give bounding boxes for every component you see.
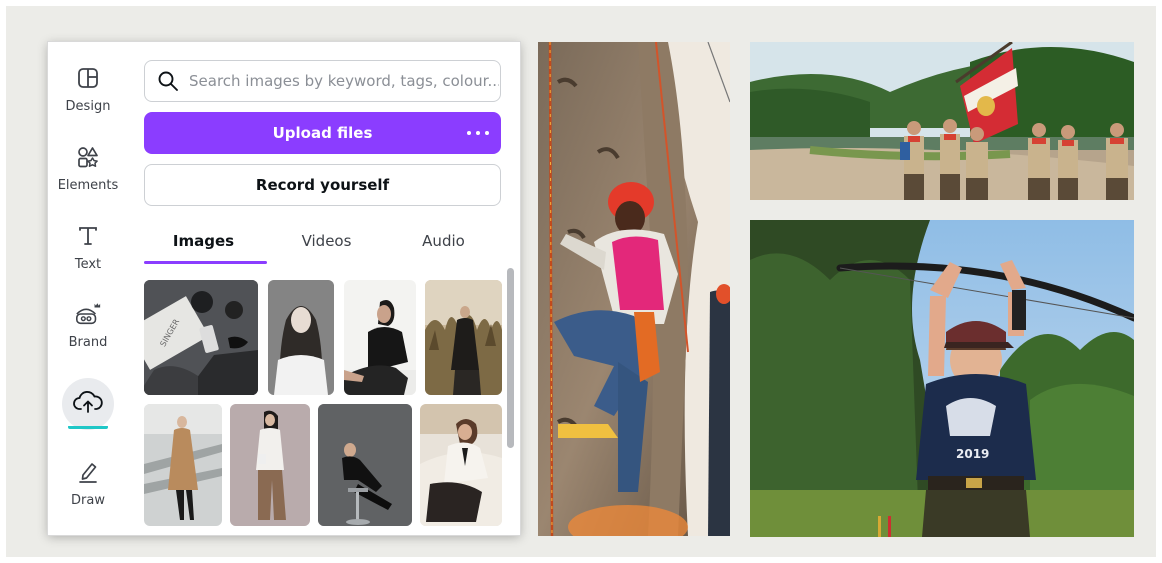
rail-label-elements: Elements [57,178,119,193]
rail-item-elements[interactable]: Elements [48,143,128,213]
cloud-upload-icon [62,378,114,430]
search-input[interactable] [189,72,499,90]
rail-label-text: Text [74,257,102,272]
shapes-icon [74,143,102,171]
search-icon [158,71,178,91]
uploads-panel: Design Elements Text Brand Draw Search i… [48,42,520,535]
tab-images-label: Images [172,232,235,250]
upload-files-button[interactable]: Upload files [144,112,501,154]
record-yourself-button[interactable]: Record yourself [144,164,501,206]
tab-videos-label: Videos [301,232,352,250]
gallery-scrollbar[interactable] [507,268,514,448]
active-indicator [68,425,108,429]
gallery-image[interactable]: SINGER [144,280,258,395]
tab-videos[interactable]: Videos [267,218,386,264]
layout-icon [74,64,102,92]
text-t-icon [74,222,102,250]
tab-audio-label: Audio [422,232,465,250]
pen-icon [74,458,102,486]
tab-audio[interactable]: Audio [384,218,503,264]
rail-item-text[interactable]: Text [48,222,128,292]
rail-label-brand: Brand [68,335,108,350]
brand-crown-icon [74,300,102,328]
search-box[interactable] [144,60,501,102]
rail-item-draw[interactable]: Draw [48,458,128,528]
tab-images[interactable]: Images [144,218,267,264]
rail-label-draw: Draw [71,493,105,508]
panel-content: Upload files Record yourself Images Vide… [128,42,520,535]
gallery-image[interactable] [230,404,310,526]
gallery-image[interactable] [318,404,412,526]
climbing-photo [538,42,730,536]
media-tabs: Images Videos Audio [144,218,501,264]
gallery-image[interactable] [420,404,502,526]
upload-files-label: Upload files [272,124,373,142]
gallery-image[interactable] [344,280,416,395]
rail-item-uploads[interactable] [48,378,128,448]
rail-label-design: Design [65,99,111,114]
archery-photo: 2019 [750,220,1134,537]
more-options-icon[interactable] [467,123,489,143]
scouts-flag-photo [750,42,1134,200]
svg-text:2019: 2019 [956,447,989,461]
record-yourself-label: Record yourself [255,176,390,194]
side-rail: Design Elements Text Brand Draw [48,42,128,535]
rail-item-design[interactable]: Design [48,64,128,134]
gallery-image[interactable] [144,404,222,526]
gallery-image[interactable] [268,280,334,395]
rail-item-brand[interactable]: Brand [48,300,128,370]
gallery-image[interactable] [425,280,502,395]
